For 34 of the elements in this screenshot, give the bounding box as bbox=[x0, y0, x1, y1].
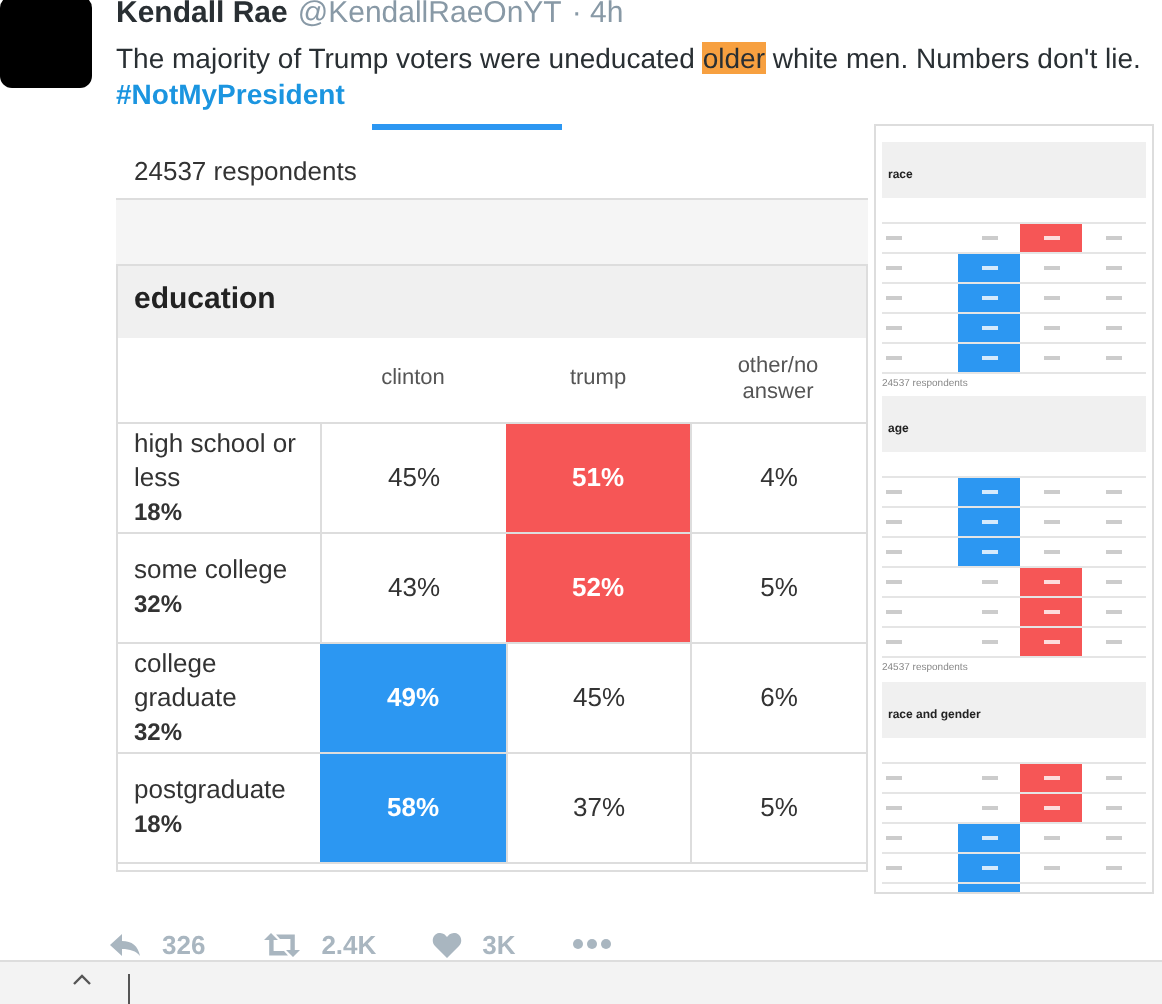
table-cell: 52% bbox=[506, 533, 690, 641]
column-header: trump bbox=[567, 366, 629, 392]
table-cell: 6% bbox=[690, 643, 866, 751]
table-cell: 5% bbox=[690, 753, 866, 861]
table-cell: 37% bbox=[506, 753, 690, 861]
caret-icon[interactable] bbox=[72, 974, 92, 986]
table-cell: 51% bbox=[506, 423, 690, 531]
action-count: 3K bbox=[482, 927, 516, 963]
action-count: 2.4K bbox=[321, 927, 377, 963]
row-share: 32% bbox=[134, 715, 185, 749]
table-image[interactable]: 24537 respondents education clinton trump other/no answer high school or less 18% 45% 51% 4% some college 32% 43% 52% 5% college graduate 32% 49% 45% 6% postgraduate 18% 58% 37% 5% bbox=[116, 123, 868, 871]
tweet-text: The majority of Trump voters were uneducated older white men. Numbers don't lie. #NotMyPresident bbox=[116, 39, 1143, 111]
row-share: 18% bbox=[134, 808, 185, 842]
table-title: education bbox=[134, 280, 276, 321]
reply-icon[interactable] bbox=[108, 931, 142, 958]
row-share: 32% bbox=[134, 588, 185, 622]
user-name[interactable]: Kendall Rae bbox=[116, 0, 288, 37]
respondents-count: 24537 respondents bbox=[134, 153, 357, 190]
more-icon[interactable] bbox=[571, 938, 612, 951]
action-count: 326 bbox=[162, 927, 206, 963]
row-label: postgraduate bbox=[134, 772, 288, 806]
row-label: college graduate bbox=[134, 645, 239, 713]
table-cell: 4% bbox=[690, 423, 866, 531]
table-cell: 5% bbox=[690, 533, 866, 641]
table-cell: 49% bbox=[320, 643, 506, 751]
heart-icon[interactable] bbox=[432, 931, 463, 958]
table-cell: 58% bbox=[320, 753, 506, 861]
row-label: some college bbox=[134, 552, 290, 586]
column-header: clinton bbox=[379, 366, 447, 392]
retweet-icon[interactable] bbox=[261, 931, 302, 958]
table-cell: 45% bbox=[506, 643, 690, 751]
row-label: high school or less bbox=[134, 425, 298, 493]
row-share: 18% bbox=[134, 495, 185, 529]
column-header: other/no answer bbox=[735, 353, 821, 405]
